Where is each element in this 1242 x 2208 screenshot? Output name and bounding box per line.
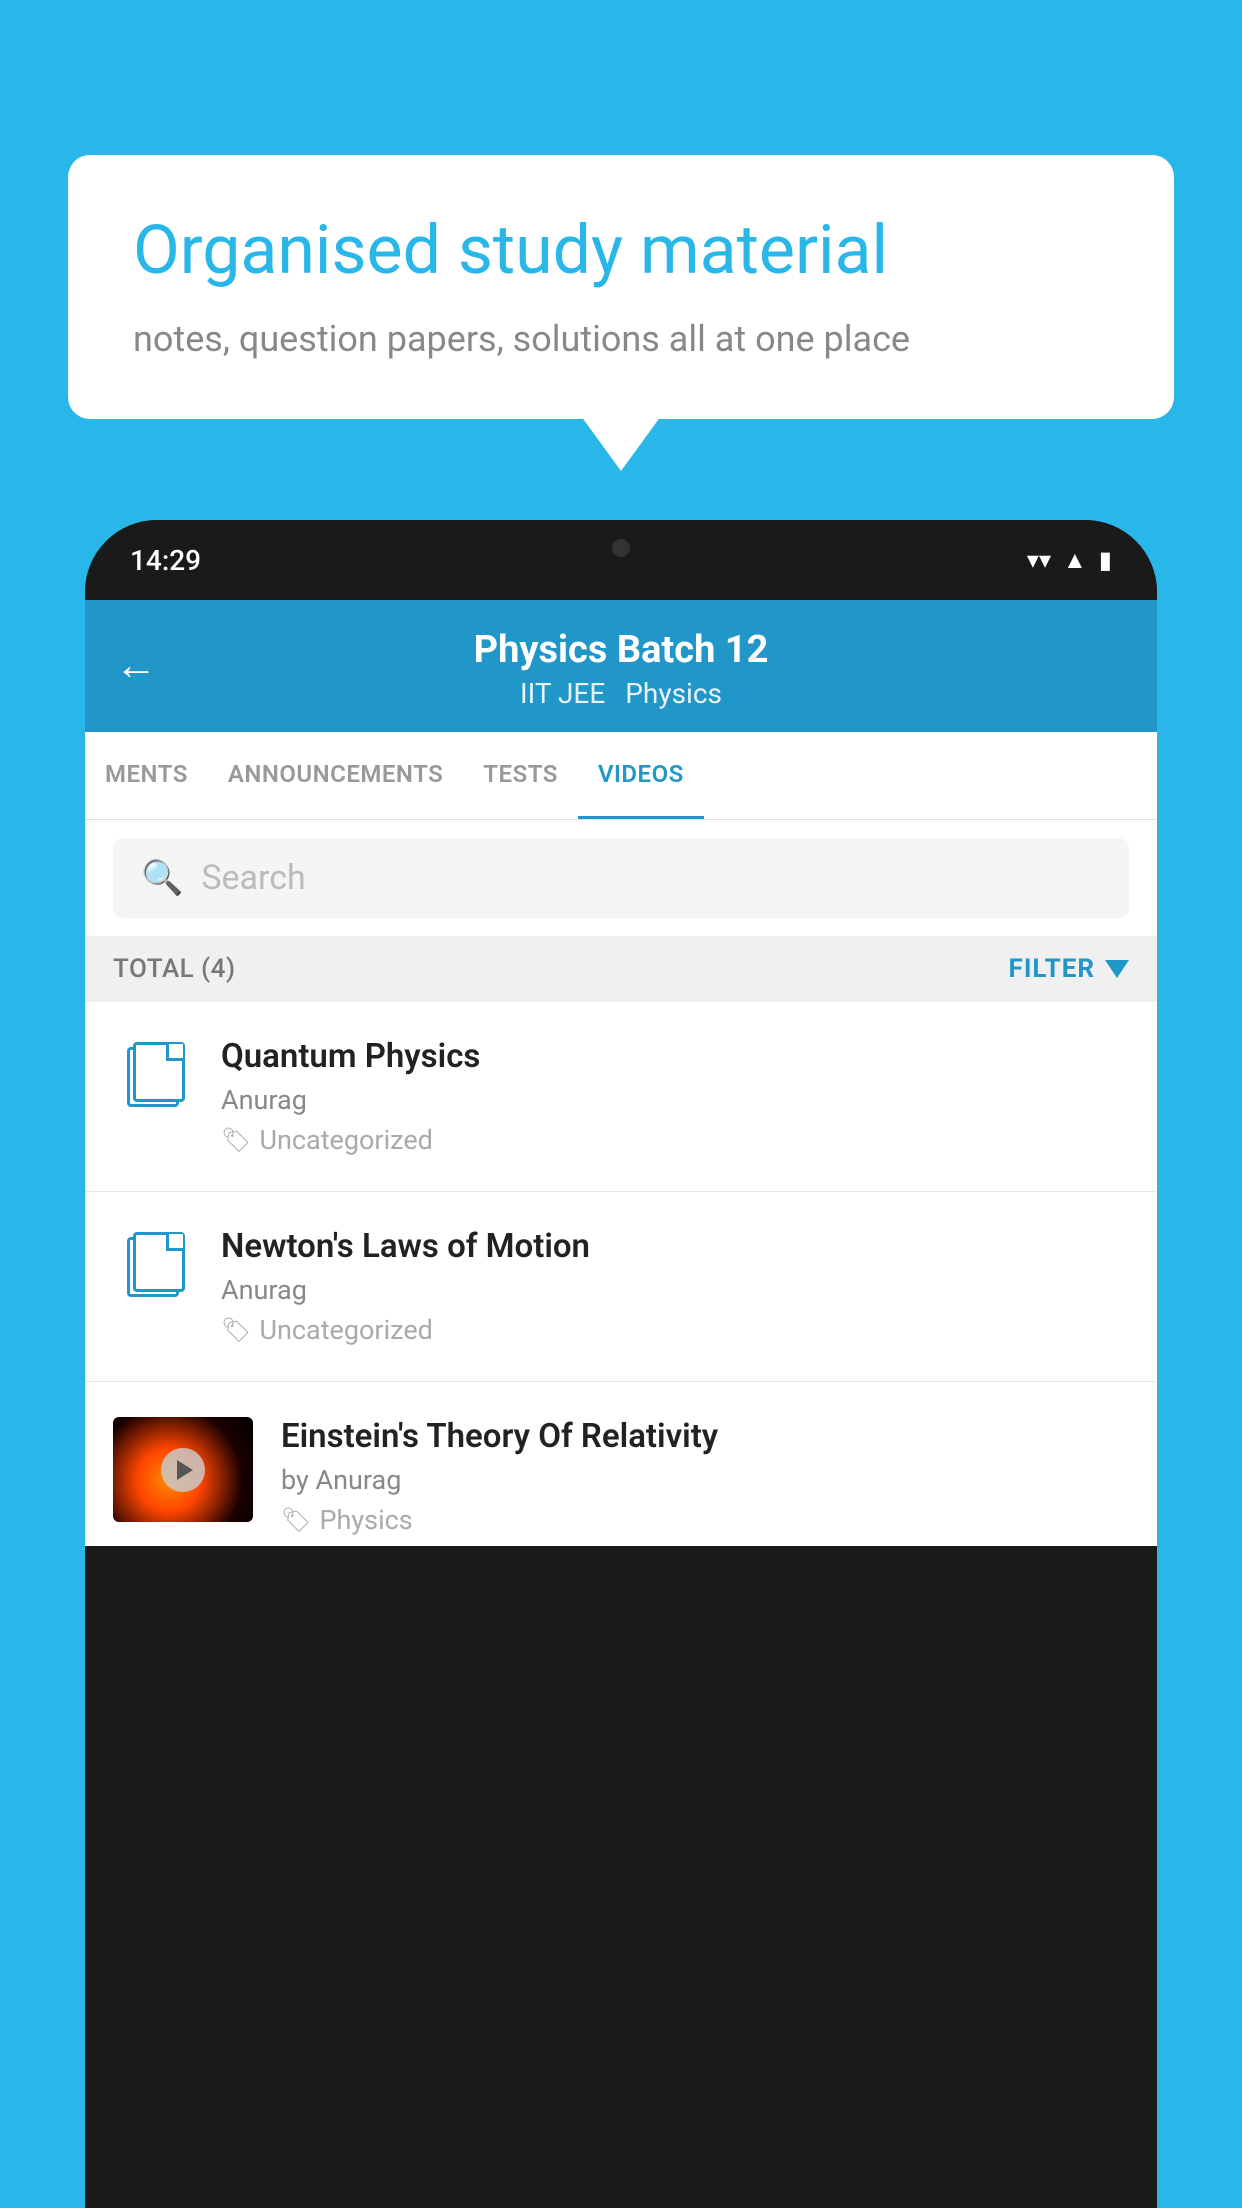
phone-screen: ← Physics Batch 12 IIT JEE Physics MENTS… [85,600,1157,1546]
tab-videos[interactable]: VIDEOS [578,732,704,819]
camera [612,539,630,557]
back-button[interactable]: ← [115,645,157,687]
speech-bubble: Organised study material notes, question… [68,155,1174,419]
total-count: TOTAL (4) [113,954,236,984]
file-icon [127,1042,179,1107]
battery-icon: ▮ [1099,546,1112,574]
filter-button[interactable]: FILTER [1009,954,1129,984]
video-title: Newton's Laws of Motion [221,1227,1129,1266]
search-icon: 🔍 [141,858,183,898]
file-icon-front [133,1232,185,1292]
filter-icon [1105,960,1129,978]
play-button[interactable] [161,1448,205,1492]
video-tag: 🏷 Uncategorized [221,1124,1129,1156]
tag-icon: 🏷 [221,1126,251,1154]
tag-label: Uncategorized [259,1314,432,1346]
speech-bubble-subtext: notes, question papers, solutions all at… [133,314,1109,364]
list-item[interactable]: Newton's Laws of Motion Anurag 🏷 Uncateg… [85,1192,1157,1382]
tabs-bar: MENTS ANNOUNCEMENTS TESTS VIDEOS [85,732,1157,820]
file-icon-front [133,1042,185,1102]
status-time: 14:29 [130,544,201,577]
page-title: Physics Batch 12 [120,628,1122,672]
video-info: Quantum Physics Anurag 🏷 Uncategorized [221,1037,1129,1156]
tab-announcements[interactable]: ANNOUNCEMENTS [208,732,463,819]
video-author: by Anurag [281,1464,1129,1496]
signal-icon: ▲ [1063,546,1087,575]
header-subtitle: IIT JEE Physics [120,677,1122,710]
filter-label: FILTER [1009,954,1095,984]
tag-label: Uncategorized [259,1124,432,1156]
tag-label: Physics [319,1504,412,1536]
play-icon [177,1460,193,1480]
tab-ments[interactable]: MENTS [85,732,208,819]
video-title: Einstein's Theory Of Relativity [281,1417,1129,1456]
video-info: Einstein's Theory Of Relativity by Anura… [281,1417,1129,1536]
search-input[interactable]: Search [201,858,305,898]
list-item[interactable]: Einstein's Theory Of Relativity by Anura… [85,1382,1157,1546]
tag-icon: 🏷 [281,1506,311,1534]
filter-bar: TOTAL (4) FILTER [85,936,1157,1002]
video-thumbnail [113,1417,253,1522]
file-icon [127,1232,179,1297]
video-author: Anurag [221,1274,1129,1306]
file-icon-wrap [113,1037,193,1107]
wifi-icon: ▾▾ [1027,546,1051,574]
speech-bubble-container: Organised study material notes, question… [68,155,1174,419]
status-bar: 14:29 ▾▾ ▲ ▮ [85,520,1157,600]
video-title: Quantum Physics [221,1037,1129,1076]
speech-bubble-heading: Organised study material [133,210,1109,292]
video-tag: 🏷 Uncategorized [221,1314,1129,1346]
search-container: 🔍 Search [85,820,1157,936]
file-icon-wrap [113,1227,193,1297]
video-author: Anurag [221,1084,1129,1116]
video-list: Quantum Physics Anurag 🏷 Uncategorized [85,1002,1157,1546]
search-box[interactable]: 🔍 Search [113,838,1129,918]
list-item[interactable]: Quantum Physics Anurag 🏷 Uncategorized [85,1002,1157,1192]
app-header: ← Physics Batch 12 IIT JEE Physics [85,600,1157,732]
video-tag: 🏷 Physics [281,1504,1129,1536]
phone-frame: 14:29 ▾▾ ▲ ▮ ← Physics Batch 12 IIT JEE … [85,520,1157,2208]
tab-tests[interactable]: TESTS [463,732,578,819]
status-icons: ▾▾ ▲ ▮ [1027,546,1112,575]
header-subtitle-subject: Physics [625,677,722,710]
header-subtitle-course: IIT JEE [520,677,605,710]
video-info: Newton's Laws of Motion Anurag 🏷 Uncateg… [221,1227,1129,1346]
tag-icon: 🏷 [221,1316,251,1344]
notch [531,520,711,575]
